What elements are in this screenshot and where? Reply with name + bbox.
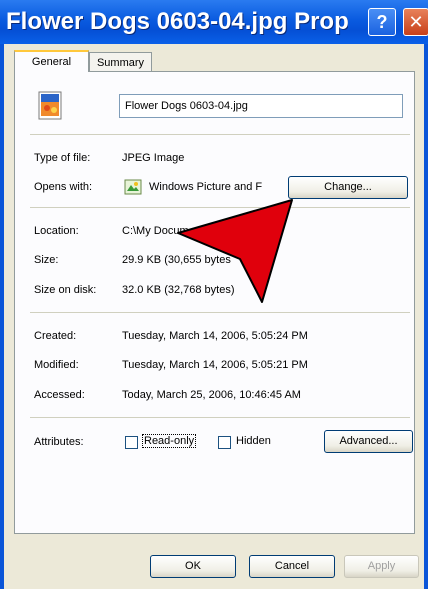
cancel-button[interactable]: Cancel [249,555,335,578]
attributes-label: Attributes: [34,436,84,448]
opens-with-value: Windows Picture and F [149,181,263,193]
type-of-file-label: Type of file: [34,152,91,164]
separator [30,417,410,418]
filename-field[interactable]: Flower Dogs 0603-04.jpg [119,94,403,118]
created-value: Tuesday, March 14, 2006, 5:05:24 PM [122,330,308,342]
separator [30,134,410,135]
general-tab-panel [14,71,415,534]
type-of-file-value: JPEG Image [122,152,185,164]
close-button[interactable]: ✕ [403,8,428,36]
read-only-label[interactable]: Read-only [142,434,197,448]
location-label: Location: [34,225,79,237]
advanced-button[interactable]: Advanced... [324,430,413,453]
modified-value: Tuesday, March 14, 2006, 5:05:21 PM [122,359,308,371]
help-button[interactable]: ? [368,8,396,36]
created-label: Created: [34,330,77,342]
title-bar[interactable]: Flower Dogs 0603-04.jpg Prop... ? ✕ [0,0,428,44]
modified-label: Modified: [34,359,79,371]
picture-viewer-icon [124,179,142,195]
separator [30,207,410,208]
window-title: Flower Dogs 0603-04.jpg Prop... [6,8,348,35]
ok-button[interactable]: OK [150,555,236,578]
size-on-disk-value: 32.0 KB (32,768 bytes) [122,284,235,296]
window-frame-right [424,44,428,589]
properties-dialog: Flower Dogs 0603-04.jpg Prop... ? ✕ Summ… [0,0,428,589]
change-button[interactable]: Change... [288,176,408,199]
hidden-label[interactable]: Hidden [236,435,271,447]
size-value: 29.9 KB (30,655 bytes [122,254,231,266]
separator [30,312,410,313]
apply-button[interactable]: Apply [344,555,419,578]
opens-with-label: Opens with: [34,181,93,193]
accessed-label: Accessed: [34,389,85,401]
size-label: Size: [34,254,59,266]
dialog-client-area: Summary General Flower Dogs 0603-04.jpg … [4,44,424,589]
accessed-value: Today, March 25, 2006, 10:46:45 AM [122,389,301,401]
tab-general[interactable]: General [14,50,89,72]
tab-summary[interactable]: Summary [89,52,152,72]
read-only-checkbox[interactable] [125,436,138,449]
hidden-checkbox[interactable] [218,436,231,449]
read-only-label-wrap: Read-only [142,434,197,448]
location-value: C:\My Docum [122,225,189,237]
size-on-disk-label: Size on disk: [34,284,97,296]
image-file-icon [38,91,62,120]
